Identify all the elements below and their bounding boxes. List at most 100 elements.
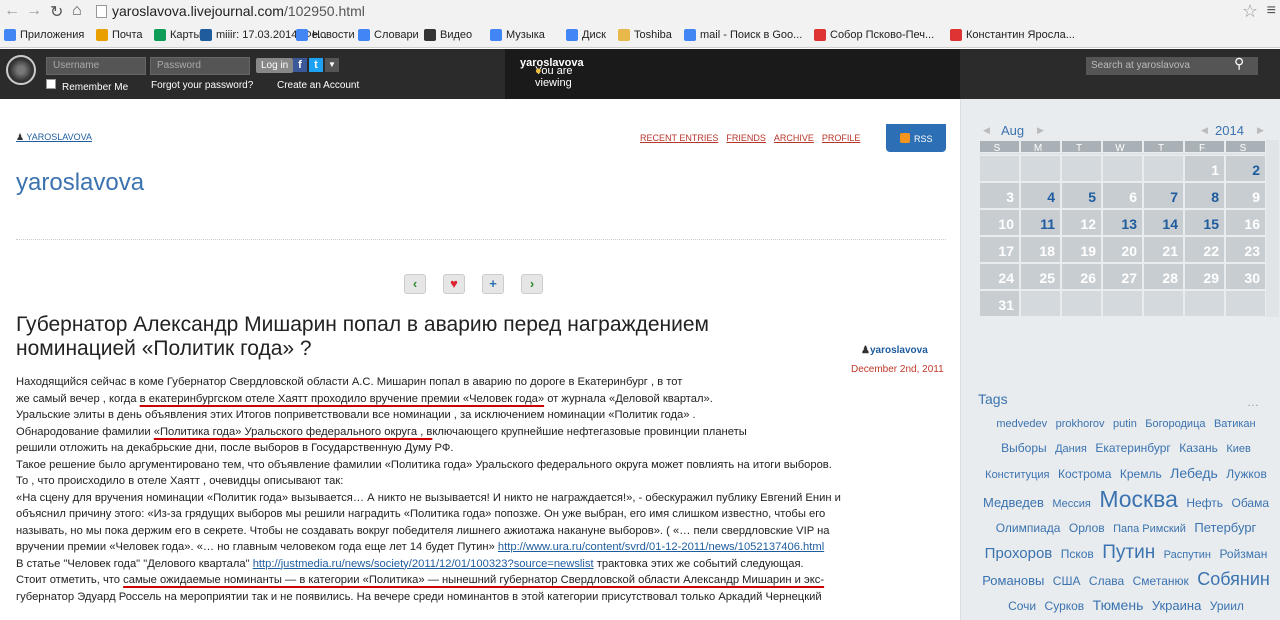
add-memory-icon[interactable]: +: [482, 274, 504, 294]
nav-recent-entries[interactable]: RECENT ENTRIES: [640, 133, 718, 143]
tag-link[interactable]: Ройзман: [1219, 547, 1267, 561]
tag-link[interactable]: Сурков: [1045, 599, 1085, 613]
bookmark-item[interactable]: Видео: [424, 29, 472, 41]
tag-link[interactable]: Папа Римский: [1113, 523, 1186, 535]
bookmark-item[interactable]: mail - Поиск в Goo...: [684, 29, 802, 41]
prev-year-icon[interactable]: ◀: [1201, 125, 1208, 136]
tag-link[interactable]: Екатеринбург: [1095, 441, 1171, 455]
tag-link[interactable]: Петербург: [1194, 520, 1256, 535]
journal-title[interactable]: yaroslavova: [16, 169, 144, 197]
tag-link[interactable]: Украина: [1152, 598, 1202, 613]
tag-link[interactable]: Ватикан: [1214, 418, 1256, 430]
tag-link[interactable]: Тюмень: [1093, 597, 1144, 613]
prev-month-icon[interactable]: ◀: [983, 125, 990, 136]
back-icon[interactable]: ←: [4, 2, 20, 20]
calendar-month[interactable]: Aug: [1001, 123, 1024, 138]
tag-link[interactable]: Кострома: [1058, 467, 1111, 481]
password-input[interactable]: Password: [150, 57, 250, 75]
tag-link[interactable]: Орлов: [1069, 521, 1105, 535]
bookmark-item[interactable]: Словари: [358, 29, 419, 41]
username-input[interactable]: Username: [46, 57, 146, 75]
calendar-day[interactable]: 13: [1102, 209, 1143, 236]
bookmark-item[interactable]: Новости: [296, 29, 355, 41]
bookmark-item[interactable]: Toshiba: [618, 29, 672, 41]
tag-link[interactable]: США: [1053, 574, 1081, 588]
prev-entry-icon[interactable]: ‹: [404, 274, 426, 294]
tag-link[interactable]: Олимпиада: [996, 521, 1061, 535]
tag-link[interactable]: Казань: [1179, 441, 1218, 455]
tag-link[interactable]: Прохоров: [985, 545, 1053, 562]
bookmark-item[interactable]: Карты: [154, 29, 201, 41]
tag-link[interactable]: putin: [1113, 418, 1137, 430]
post-link[interactable]: http://www.ura.ru/content/svrd/01-12-201…: [498, 541, 824, 553]
bookmark-item[interactable]: Диск: [566, 29, 606, 41]
journal-user-link[interactable]: ♟ YAROSLAVOVA: [16, 132, 92, 143]
chevron-down-icon[interactable]: ▼: [325, 58, 339, 72]
bookmark-item[interactable]: Приложения: [4, 29, 84, 41]
tag-link[interactable]: Псков: [1061, 547, 1094, 561]
tag-link[interactable]: Выборы: [1001, 441, 1046, 455]
post-author[interactable]: ♟yaroslavova: [861, 345, 928, 356]
tag-link[interactable]: Распутин: [1164, 549, 1211, 561]
tag-link[interactable]: Сметанюк: [1133, 574, 1189, 588]
reload-icon[interactable]: ↻: [50, 2, 63, 22]
bookmark-star-icon[interactable]: ☆: [1242, 1, 1258, 22]
bookmark-item[interactable]: Музыка: [490, 29, 545, 41]
calendar-day[interactable]: 11: [1020, 209, 1061, 236]
calendar-day[interactable]: 14: [1143, 209, 1184, 236]
tag-link[interactable]: Лебедь: [1170, 465, 1218, 481]
home-icon[interactable]: ⌂: [72, 2, 82, 20]
nav-archive[interactable]: ARCHIVE: [774, 133, 814, 143]
forward-icon[interactable]: →: [26, 2, 42, 20]
address-bar[interactable]: yaroslavova.livejournal.com/102950.html: [112, 3, 365, 19]
calendar-day[interactable]: 15: [1184, 209, 1225, 236]
calendar-day[interactable]: 8: [1184, 182, 1225, 209]
tags-more[interactable]: …: [1247, 395, 1259, 409]
tag-link[interactable]: Москва: [1099, 486, 1178, 512]
bookmark-item[interactable]: Собор Псково-Печ...: [814, 29, 934, 41]
login-button[interactable]: Log in: [256, 58, 294, 73]
calendar-day[interactable]: 2: [1225, 155, 1266, 182]
bookmark-item[interactable]: Константин Яросла...: [950, 29, 1075, 41]
tag-link[interactable]: Слава: [1089, 574, 1124, 588]
rss-button[interactable]: RSS: [886, 124, 946, 152]
search-input[interactable]: Search at yaroslavova: [1086, 57, 1258, 75]
lj-logo-icon[interactable]: [6, 55, 36, 85]
calendar-day[interactable]: 7: [1143, 182, 1184, 209]
twitter-icon[interactable]: t: [309, 58, 323, 72]
next-year-icon[interactable]: ▶: [1257, 125, 1264, 136]
search-icon[interactable]: ⚲: [1234, 55, 1244, 72]
post-link[interactable]: http://justmedia.ru/news/society/2011/12…: [253, 558, 594, 570]
nav-profile[interactable]: PROFILE: [822, 133, 861, 143]
calendar-day[interactable]: 4: [1020, 182, 1061, 209]
tag-link[interactable]: Кремль: [1120, 467, 1162, 481]
tag-link[interactable]: Медведев: [983, 495, 1044, 510]
tag-link[interactable]: Сочи: [1008, 599, 1036, 613]
tag-link[interactable]: Дания: [1055, 443, 1087, 455]
forgot-password-link[interactable]: Forgot your password?: [151, 80, 253, 91]
tag-link[interactable]: Киев: [1226, 443, 1251, 455]
tag-link[interactable]: Нефть: [1186, 496, 1223, 510]
tag-link[interactable]: Уриил: [1210, 599, 1244, 613]
next-month-icon[interactable]: ▶: [1037, 125, 1044, 136]
tag-link[interactable]: Обама: [1231, 496, 1269, 510]
bookmark-item[interactable]: Почта: [96, 29, 143, 41]
calendar-year[interactable]: 2014: [1215, 123, 1244, 138]
remember-checkbox[interactable]: [46, 79, 56, 89]
facebook-icon[interactable]: f: [293, 58, 307, 72]
heart-icon[interactable]: ♥: [443, 274, 465, 294]
tag-link[interactable]: Романовы: [982, 573, 1044, 588]
tag-link[interactable]: Мессия: [1052, 498, 1091, 510]
tag-link[interactable]: Путин: [1102, 542, 1155, 563]
tag-link[interactable]: Лужков: [1226, 467, 1267, 481]
menu-icon[interactable]: ≡: [1267, 2, 1276, 20]
tag-link[interactable]: prokhorov: [1056, 418, 1105, 430]
tag-link[interactable]: medvedev: [996, 418, 1047, 430]
calendar-day[interactable]: 5: [1061, 182, 1102, 209]
next-entry-icon[interactable]: ›: [521, 274, 543, 294]
create-account-link[interactable]: Create an Account: [277, 80, 359, 91]
tag-link[interactable]: Конституция: [985, 469, 1049, 481]
tag-link[interactable]: Собянин: [1197, 569, 1270, 589]
nav-friends[interactable]: FRIENDS: [726, 133, 766, 143]
tag-link[interactable]: Богородица: [1145, 418, 1205, 430]
